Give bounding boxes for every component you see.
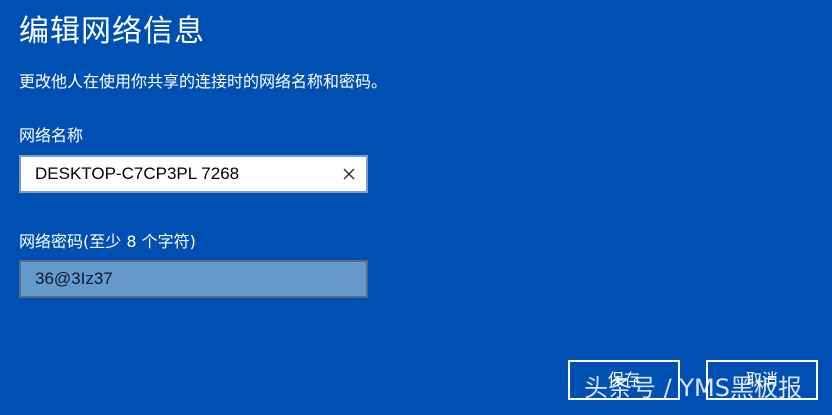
network-name-label: 网络名称	[19, 126, 84, 145]
network-name-input[interactable]: DESKTOP-C7CP3PL 7268	[19, 155, 368, 193]
clear-icon[interactable]	[340, 165, 358, 183]
dialog-description: 更改他人在使用你共享的连接时的网络名称和密码。	[19, 72, 388, 91]
dialog-title: 编辑网络信息	[19, 14, 205, 49]
network-name-value: DESKTOP-C7CP3PL 7268	[35, 164, 240, 183]
network-password-label: 网络密码(至少 8 个字符)	[19, 232, 196, 251]
cancel-button[interactable]: 取消	[706, 360, 818, 400]
network-password-input[interactable]: 36@3Iz37	[19, 260, 368, 298]
save-button[interactable]: 保存	[568, 360, 680, 400]
network-password-value: 36@3Iz37	[35, 269, 113, 288]
